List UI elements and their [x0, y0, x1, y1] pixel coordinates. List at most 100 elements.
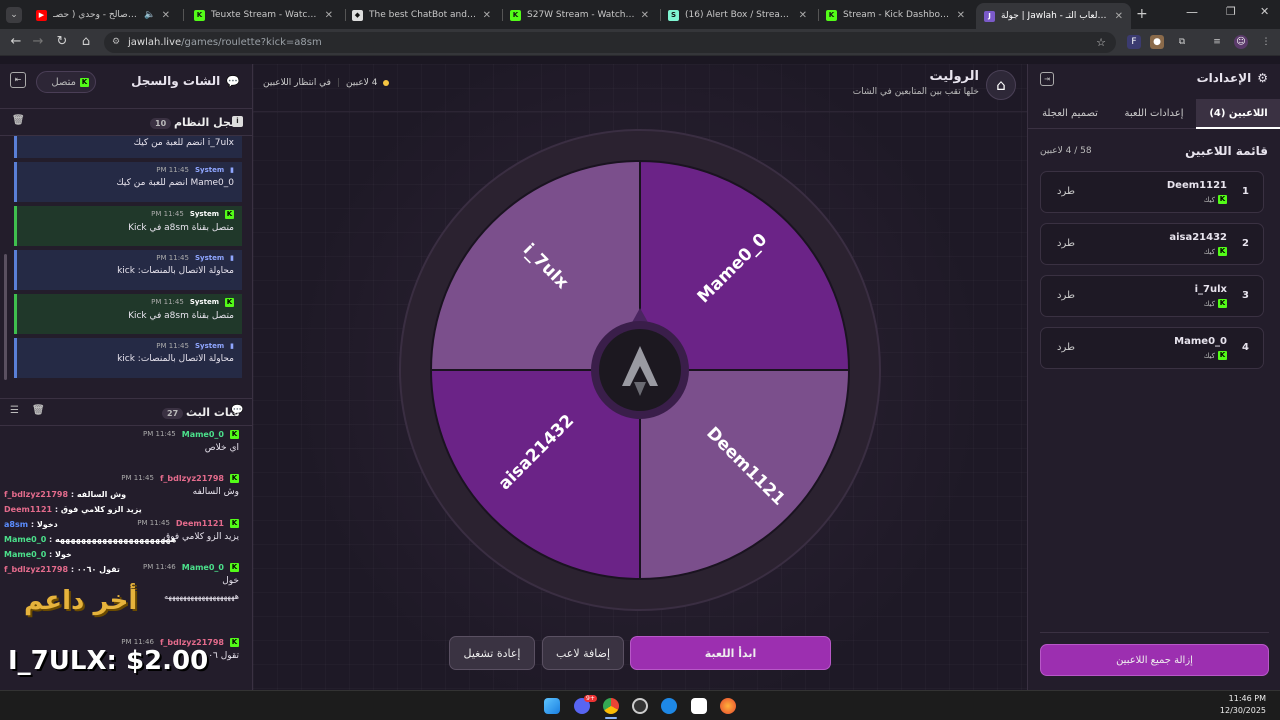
firefox-icon[interactable] — [720, 698, 736, 714]
menu-kebab-icon[interactable]: ⋮ — [1259, 35, 1273, 49]
player-platform: K كيك — [1203, 195, 1227, 204]
tab-title: S27W Stream - Watch Live on — [527, 10, 635, 20]
player-card: طرد Mame0_0 K كيك 4 — [1040, 327, 1264, 369]
close-icon[interactable]: ✕ — [325, 10, 333, 21]
player-rank: 1 — [1242, 186, 1249, 197]
profile-avatar[interactable]: ☺ — [1234, 35, 1248, 49]
bookmark-star-icon[interactable]: ☆ — [1096, 32, 1106, 53]
clock-time: 11:46 PM — [1228, 694, 1266, 703]
player-platform: K كيك — [1203, 247, 1227, 256]
kick-player-button[interactable]: طرد — [1057, 186, 1075, 197]
system-log-entry: K System 11:45 PM متصل بقناة a8sm في Kick — [14, 294, 242, 334]
maximize-button[interactable]: ❐ — [1226, 5, 1236, 18]
roulette-wheel[interactable]: Mame0_0 Deem1121 aisa21432 i_7ulx — [390, 120, 890, 620]
browser-tab-s27w[interactable]: K S27W Stream - Watch Live on ✕ — [502, 4, 657, 26]
tab-game-settings[interactable]: إعدادات اللعبة — [1112, 99, 1196, 129]
media-controls-icon[interactable]: ≡ — [1210, 35, 1224, 49]
home-button[interactable]: ⌂ — [78, 34, 94, 50]
windows-start-icon[interactable] — [544, 698, 560, 714]
capcut-icon[interactable] — [691, 698, 707, 714]
settings-tabs: اللاعبين (4) إعدادات اللعبة تصميم العجلة — [1028, 99, 1280, 129]
site-info-icon[interactable]: ⚙ — [112, 32, 120, 53]
system-log-entry: ▮ System 11:45 PM Mame0_0 انضم للعبة من كي… — [14, 162, 242, 202]
close-window-button[interactable]: ✕ — [1260, 5, 1269, 18]
start-game-button[interactable]: ابدأ اللعبة — [630, 636, 831, 670]
speaker-icon[interactable]: 🔈 — [144, 10, 155, 20]
browser-tab-youtube[interactable]: ▶ عباس بن صالح - وحدي ( حصـ 🔈 ✕ — [28, 4, 178, 26]
settings-panel: ⇥ ⚙ الإعدادات اللاعبين (4) إعدادات اللعب… — [1027, 64, 1280, 690]
tab-wheel-design[interactable]: تصميم العجلة — [1028, 99, 1112, 129]
filter-icon[interactable]: ☰ — [10, 405, 19, 416]
new-tab-button[interactable]: + — [1136, 6, 1148, 22]
reload-button[interactable]: ↻ — [54, 34, 70, 50]
overlay-chat-line: a8sm : دخولا — [4, 520, 58, 529]
youtube-icon: ▶ — [36, 9, 47, 21]
trash-icon[interactable]: 🗑 — [32, 405, 45, 416]
panel-divider — [1040, 632, 1269, 633]
tab-title: عباس بن صالح - وحدي ( حصـ — [53, 10, 138, 20]
collapse-panel-button[interactable]: ⇤ — [10, 72, 26, 88]
taskbar-active-indicator — [605, 717, 617, 719]
back-button[interactable]: ← — [8, 34, 24, 50]
extension-cookie-icon[interactable]: ● — [1150, 35, 1164, 49]
clock-date: 12/30/2025 — [1219, 706, 1266, 715]
system-log-entry: ▮ System 11:45 PM محاولة الاتصال بالمنصات:… — [14, 338, 242, 378]
game-title: الروليت — [929, 69, 979, 84]
close-icon[interactable]: ✕ — [483, 10, 491, 21]
close-icon[interactable]: ✕ — [1115, 11, 1123, 22]
player-rank: 2 — [1242, 238, 1249, 249]
restart-button[interactable]: إعادة تشغيل — [449, 636, 535, 670]
system-log-header: 🗑 10 سجل النظام i — [0, 108, 253, 136]
forward-button[interactable]: → — [30, 34, 46, 50]
player-card: طرد i_7ulx K كيك 3 — [1040, 275, 1264, 317]
tab-title: (16) Alert Box / Streamlabs — [685, 10, 793, 20]
extension-f-icon[interactable]: F — [1127, 35, 1141, 49]
overlay-chat-line: Mame0_0 : ههههههههههههههههههههههه — [4, 535, 177, 544]
kick-icon: K — [225, 298, 234, 307]
tab-players[interactable]: اللاعبين (4) — [1196, 99, 1280, 129]
log-scrollbar[interactable] — [4, 254, 7, 380]
extensions-puzzle-icon[interactable]: ⧉ — [1175, 35, 1189, 49]
collapse-panel-button[interactable]: ⇥ — [1040, 72, 1054, 86]
browser-tab-chatbot[interactable]: ◆ The best ChatBot and Widgets ✕ — [344, 4, 499, 26]
waiting-status: في انتظار اللاعبين — [263, 78, 331, 88]
kick-player-button[interactable]: طرد — [1057, 342, 1075, 353]
minimize-button[interactable]: — — [1186, 5, 1198, 19]
game-subtitle: خلها تقب بين المتابعين في الشات — [852, 87, 979, 97]
kick-icon: K — [194, 9, 205, 21]
discord-icon: ▮ — [230, 254, 234, 262]
close-icon[interactable]: ✕ — [799, 10, 807, 21]
obs-icon[interactable] — [632, 698, 648, 714]
system-log-entry: i_7ulx انضم للعبة من كيك — [14, 136, 242, 158]
browser-tab-kick-dashboard[interactable]: K Stream - Kick Dashboard ✕ — [818, 4, 973, 26]
address-bar[interactable]: ⚙ jawlah.live/games/roulette?kick=a8sm ☆ — [104, 32, 1116, 53]
remove-all-players-button[interactable]: إزالة جميع اللاعبين — [1040, 644, 1269, 676]
kick-icon: K — [225, 210, 234, 219]
browser-tab-jawlah[interactable]: J جولة | Jawlah - منصة الألعاب التـ ✕ — [976, 3, 1131, 29]
browser-tab-streamlabs[interactable]: S (16) Alert Box / Streamlabs ✕ — [660, 4, 815, 26]
kick-player-button[interactable]: طرد — [1057, 238, 1075, 249]
close-icon[interactable]: ✕ — [641, 10, 649, 21]
edge-app-icon[interactable] — [661, 698, 677, 714]
close-icon[interactable]: ✕ — [957, 10, 965, 21]
kick-icon: K — [1218, 195, 1227, 204]
home-button[interactable]: ⌂ — [986, 70, 1016, 100]
player-list-title: قائمة اللاعبين — [1185, 144, 1268, 158]
overlay-supporter-label: أخر داعم — [24, 586, 138, 616]
player-name: Mame0_0 — [1174, 336, 1227, 347]
add-player-button[interactable]: إضافة لاعب — [542, 636, 624, 670]
chrome-icon[interactable] — [603, 698, 619, 714]
discord-icon: ▮ — [230, 166, 234, 174]
streamlabs-icon: S — [668, 9, 679, 21]
kick-icon: K — [1218, 247, 1227, 256]
browser-tab-teuxte[interactable]: K Teuxte Stream - Watch Live on ✕ — [186, 4, 341, 26]
trash-icon[interactable]: 🗑 — [12, 115, 25, 126]
close-icon[interactable]: ✕ — [162, 10, 170, 21]
browser-tab-strip: ⌄ ▶ عباس بن صالح - وحدي ( حصـ 🔈 ✕ K Teux… — [0, 0, 1280, 29]
settings-title: ⚙ الإعدادات — [1196, 71, 1268, 85]
windows-taskbar: 9+ 11:46 PM 12/30/2025 — [0, 690, 1280, 720]
kick-player-button[interactable]: طرد — [1057, 290, 1075, 301]
tab-search-button[interactable]: ⌄ — [6, 7, 22, 23]
notification-badge: 9+ — [584, 695, 597, 702]
tab-title: Stream - Kick Dashboard — [843, 10, 951, 20]
